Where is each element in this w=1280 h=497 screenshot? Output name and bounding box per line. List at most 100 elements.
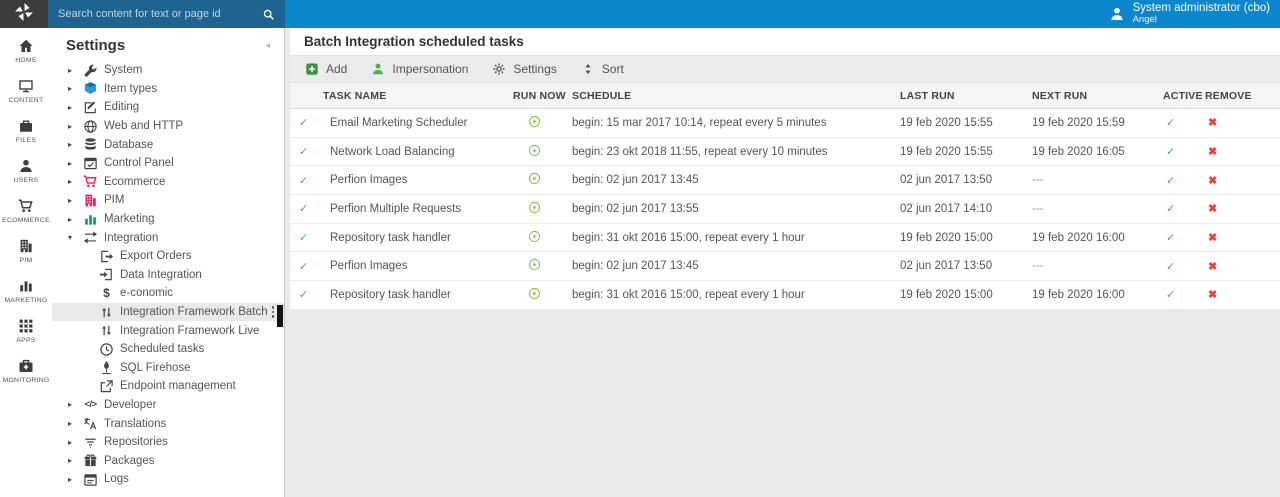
sidebar-item-scheduled-tasks[interactable]: Scheduled tasks [52, 340, 284, 359]
impersonation-button[interactable]: Impersonation [371, 62, 482, 76]
chevron-right-icon[interactable]: ▸ [68, 196, 78, 205]
remove-button[interactable]: ✖ [1200, 145, 1217, 158]
table-row[interactable]: ✓Perfion Imagesbegin: 02 jun 2017 13:450… [290, 252, 1280, 281]
chevron-right-icon[interactable]: ▸ [68, 456, 78, 465]
search-input[interactable] [58, 8, 262, 20]
sidebar-item-label: Export Orders [120, 250, 192, 262]
toolbar-button-label: Impersonation [392, 62, 468, 76]
active-check-icon[interactable]: ✓ [1166, 146, 1175, 158]
column-header-next-run[interactable]: NEXT RUN [1032, 90, 1158, 102]
chevron-right-icon[interactable]: ▸ [68, 438, 78, 447]
chevron-right-icon[interactable]: ▸ [68, 177, 78, 186]
run-now-button[interactable] [513, 172, 541, 185]
remove-button[interactable]: ✖ [1200, 288, 1217, 301]
sidebar-item-sql-firehose[interactable]: SQL Firehose [52, 359, 284, 378]
sidebar-item-e-conomic[interactable]: $e-conomic [52, 284, 284, 303]
sidebar-item-repositories[interactable]: ▸Repositories [52, 433, 284, 452]
remove-button[interactable]: ✖ [1200, 116, 1217, 129]
run-now-button[interactable] [513, 115, 541, 128]
column-header-run-now[interactable]: RUN NOW [513, 90, 570, 102]
active-check-icon[interactable]: ✓ [1166, 203, 1175, 215]
settings-button[interactable]: Settings [492, 62, 570, 76]
table-row[interactable]: ✓Perfion Imagesbegin: 02 jun 2017 13:450… [290, 166, 1280, 195]
rail-item-ecommerce[interactable]: ECOMMERCE [0, 198, 52, 224]
column-header-remove[interactable]: REMOVE [1200, 90, 1280, 102]
chevron-right-icon[interactable]: ▸ [68, 103, 78, 112]
active-check-icon[interactable]: ✓ [1166, 232, 1175, 244]
remove-button[interactable]: ✖ [1200, 202, 1217, 215]
sidebar-item-integration[interactable]: ▾Integration [52, 228, 284, 247]
rail-item-pim[interactable]: PIM [0, 238, 52, 264]
active-check-icon[interactable]: ✓ [1166, 175, 1175, 187]
chevron-right-icon[interactable]: ▸ [68, 400, 78, 409]
kebab-menu-icon[interactable] [272, 306, 275, 318]
table-row[interactable]: ✓Network Load Balancingbegin: 23 okt 201… [290, 138, 1280, 167]
sidebar-item-logs[interactable]: ▸Logs [52, 470, 284, 489]
rail-item-users[interactable]: USERS [0, 158, 52, 184]
table-row[interactable]: ✓Repository task handlerbegin: 31 okt 20… [290, 281, 1280, 310]
sidebar-item-export-orders[interactable]: Export Orders [52, 247, 284, 266]
add-button[interactable]: Add [305, 62, 361, 76]
sidebar-item-developer[interactable]: ▸</>Developer [52, 396, 284, 415]
sidebar-item-item-types[interactable]: ▸Item types [52, 80, 284, 99]
chevron-right-icon[interactable]: ▸ [68, 419, 78, 428]
sidebar-item-translations[interactable]: ▸Translations [52, 414, 284, 433]
rail-item-monitoring[interactable]: MONITORING [0, 358, 52, 384]
sidebar-item-database[interactable]: ▸Database [52, 135, 284, 154]
chevron-right-icon[interactable]: ▸ [68, 84, 78, 93]
rail-item-home[interactable]: HOME [0, 38, 52, 64]
rail-item-marketing[interactable]: MARKETING [0, 278, 52, 304]
active-check-icon[interactable]: ✓ [1166, 289, 1175, 301]
rail-item-content[interactable]: CONTENT [0, 78, 52, 104]
app-logo[interactable] [0, 0, 48, 28]
chevron-right-icon[interactable]: ▸ [68, 159, 78, 168]
run-now-button[interactable] [513, 201, 541, 214]
rail-item-files[interactable]: FILES [0, 118, 52, 144]
sidebar-item-integration-framework-batch[interactable]: Integration Framework Batch [52, 303, 284, 322]
chevron-down-icon[interactable]: ▾ [68, 233, 78, 242]
user-menu[interactable]: System administrator (cbo) Angel [1109, 0, 1280, 28]
sort-button[interactable]: Sort [581, 62, 638, 76]
active-check-icon[interactable]: ✓ [1166, 117, 1175, 129]
column-header-last-run[interactable]: LAST RUN [900, 90, 1032, 102]
column-header-active[interactable]: ACTIVE [1158, 90, 1200, 102]
sidebar-item-integration-framework-live[interactable]: Integration Framework Live [52, 321, 284, 340]
table-row[interactable]: ✓Perfion Multiple Requestsbegin: 02 jun … [290, 195, 1280, 224]
run-now-button[interactable] [513, 230, 541, 243]
schedule-cell: begin: 02 jun 2017 13:55 [570, 203, 900, 215]
sidebar-item-pim[interactable]: ▸PIM [52, 191, 284, 210]
column-header-task-name[interactable]: TASK NAME [323, 90, 513, 102]
chevron-right-icon[interactable]: ▸ [68, 122, 78, 131]
sidebar-item-endpoint-management[interactable]: Endpoint management [52, 377, 284, 396]
chevron-right-icon[interactable]: ▸ [68, 475, 78, 484]
sidebar-item-control-panel[interactable]: ▸Control Panel [52, 154, 284, 173]
chevron-right-icon[interactable]: ▸ [68, 66, 78, 75]
sidebar-item-marketing[interactable]: ▸Marketing [52, 210, 284, 229]
collapse-panel-icon[interactable]: ◂ [265, 40, 270, 51]
sidebar-item-system[interactable]: ▸System [52, 61, 284, 80]
remove-button[interactable]: ✖ [1200, 174, 1217, 187]
sidebar-item-ecommerce[interactable]: ▸Ecommerce [52, 173, 284, 192]
table-row[interactable]: ✓Email Marketing Schedulerbegin: 15 mar … [290, 109, 1280, 138]
search-icon[interactable] [262, 8, 275, 21]
remove-button[interactable]: ✖ [1200, 260, 1217, 273]
remove-button[interactable]: ✖ [1200, 231, 1217, 244]
table-row[interactable]: ✓Repository task handlerbegin: 31 okt 20… [290, 224, 1280, 253]
sidebar-scrollbar[interactable] [277, 305, 283, 327]
rail-item-apps[interactable]: APPS [0, 318, 52, 344]
run-now-button[interactable] [513, 258, 541, 271]
building-icon [83, 193, 98, 208]
chevron-right-icon[interactable]: ▸ [68, 140, 78, 149]
home-icon [18, 38, 34, 54]
sidebar-item-editing[interactable]: ▸Editing [52, 98, 284, 117]
run-now-button[interactable] [513, 287, 541, 300]
last-run-cell: 02 jun 2017 13:50 [900, 174, 1032, 186]
sidebar-item-data-integration[interactable]: Data Integration [52, 266, 284, 285]
active-check-icon[interactable]: ✓ [1166, 261, 1175, 273]
run-now-button[interactable] [513, 144, 541, 157]
sidebar-item-web-and-http[interactable]: ▸Web and HTTP [52, 117, 284, 136]
rail-item-label: ECOMMERCE [2, 217, 50, 224]
column-header-schedule[interactable]: SCHEDULE [570, 90, 900, 102]
chevron-right-icon[interactable]: ▸ [68, 215, 78, 224]
sidebar-item-packages[interactable]: ▸Packages [52, 451, 284, 470]
